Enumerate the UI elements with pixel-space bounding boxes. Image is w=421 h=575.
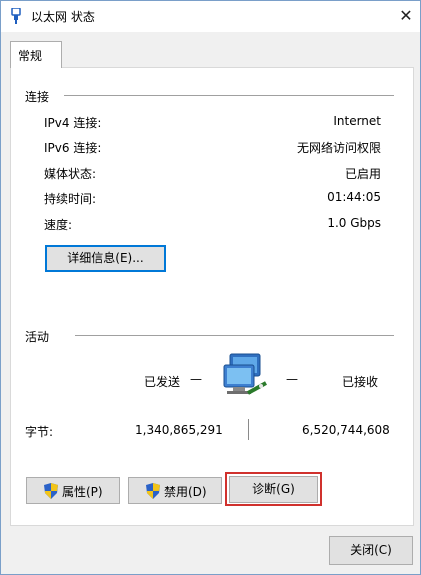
window-title: 以太网 状态 — [31, 10, 95, 24]
received-label: 已接收 — [342, 375, 379, 389]
title-bar[interactable]: 以太网 状态 ✕ — [1, 1, 420, 32]
media-state-label: 媒体状态: — [44, 167, 97, 181]
speed-label: 速度: — [44, 218, 73, 232]
properties-button[interactable]: 属性(P) — [26, 477, 120, 504]
network-computers-icon — [223, 353, 267, 395]
duration-label: 持续时间: — [44, 192, 97, 206]
sent-label: 已发送 — [144, 375, 181, 389]
ethernet-plug-icon — [11, 8, 21, 24]
sent-dash: — — [190, 372, 202, 386]
media-state-value: 已启用 — [344, 167, 381, 181]
uac-shield-icon — [146, 483, 160, 499]
tab-general[interactable]: 常规 — [10, 41, 62, 68]
received-dash: — — [286, 372, 298, 386]
connection-heading: 连接 — [25, 90, 50, 104]
disable-button-label: 禁用(D) — [164, 485, 207, 499]
ipv6-value: 无网络访问权限 — [296, 141, 381, 155]
ipv6-label: IPv6 连接: — [44, 141, 102, 155]
bytes-label: 字节: — [25, 425, 54, 439]
highlight-box — [225, 472, 322, 506]
disable-button[interactable]: 禁用(D) — [128, 477, 222, 504]
close-window-button[interactable]: ✕ — [394, 4, 418, 28]
bytes-sent-value: 1,340,865,291 — [135, 423, 223, 437]
activity-heading: 活动 — [25, 330, 50, 344]
connection-divider — [64, 95, 394, 96]
bytes-received-value: 6,520,744,608 — [302, 423, 390, 437]
general-panel: 连接 IPv4 连接: Internet IPv6 连接: 无网络访问权限 媒体… — [10, 67, 414, 526]
duration-value: 01:44:05 — [327, 190, 381, 204]
uac-shield-icon — [44, 483, 58, 499]
ipv4-value: Internet — [333, 114, 381, 128]
close-button[interactable]: 关闭(C) — [329, 536, 413, 565]
details-button[interactable]: 详细信息(E)... — [45, 245, 166, 272]
ipv4-label: IPv4 连接: — [44, 116, 102, 130]
speed-value: 1.0 Gbps — [327, 216, 381, 230]
tab-general-label: 常规 — [18, 49, 43, 63]
bytes-separator — [248, 419, 249, 440]
activity-divider — [75, 335, 394, 336]
properties-button-label: 属性(P) — [62, 485, 103, 499]
status-dialog: 以太网 状态 ✕ 常规 连接 IPv4 连接: Internet IPv6 连接… — [0, 0, 421, 575]
